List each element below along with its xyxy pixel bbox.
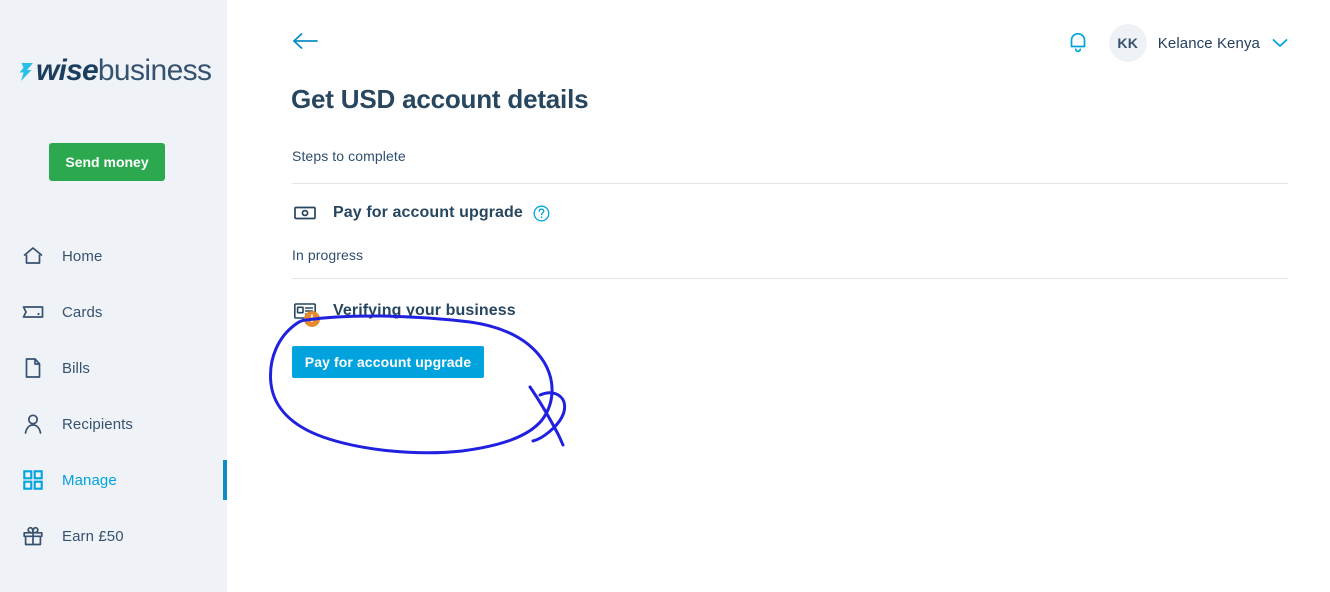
sidebar-item-home[interactable]: Home bbox=[0, 228, 227, 284]
sidebar-item-earn[interactable]: Earn £50 bbox=[0, 508, 227, 564]
chevron-down-icon[interactable] bbox=[1272, 38, 1288, 48]
back-button[interactable] bbox=[292, 28, 324, 56]
wise-arrow-icon bbox=[18, 62, 34, 82]
app-window: wise business Send money Home Cards Bill… bbox=[0, 0, 1330, 592]
id-card-icon: ! bbox=[292, 298, 320, 327]
bell-icon bbox=[1067, 30, 1089, 57]
sidebar: wise business Send money Home Cards Bill… bbox=[0, 0, 227, 592]
sidebar-item-label: Manage bbox=[62, 471, 117, 489]
step-row: Pay for account upgrade bbox=[292, 200, 550, 226]
pay-for-account-upgrade-button[interactable]: Pay for account upgrade bbox=[292, 346, 484, 378]
sidebar-item-bills[interactable]: Bills bbox=[0, 340, 227, 396]
divider-top bbox=[292, 183, 1288, 184]
main-content: KK Kelance Kenya Get USD account details… bbox=[227, 0, 1330, 592]
sidebar-item-cards[interactable]: Cards bbox=[0, 284, 227, 340]
avatar[interactable]: KK bbox=[1108, 24, 1147, 62]
divider-bottom bbox=[292, 278, 1288, 279]
step-title: Pay for account upgrade bbox=[333, 204, 523, 221]
sidebar-item-recipients[interactable]: Recipients bbox=[0, 396, 227, 452]
sidebar-item-label: Earn £50 bbox=[62, 527, 124, 545]
sidebar-item-label: Bills bbox=[62, 359, 91, 377]
brand-logo[interactable]: wise business bbox=[18, 54, 212, 90]
question-circle-icon[interactable] bbox=[533, 205, 550, 222]
brand-name-bold: wise bbox=[36, 54, 99, 87]
gift-icon bbox=[20, 523, 46, 549]
step-row: ! Verifying your business bbox=[292, 298, 516, 327]
send-money-button[interactable]: Send money bbox=[49, 143, 165, 181]
grid-icon bbox=[20, 467, 46, 493]
step-title: Verifying your business bbox=[333, 302, 516, 319]
warning-badge: ! bbox=[304, 311, 320, 327]
user-name: Kelance Kenya bbox=[1157, 34, 1260, 52]
sidebar-item-label: Home bbox=[62, 247, 103, 265]
document-icon bbox=[20, 355, 46, 381]
card-icon bbox=[20, 299, 46, 325]
brand-name-light: business bbox=[97, 54, 212, 87]
arrow-left-icon bbox=[292, 31, 320, 54]
steps-to-complete-label: Steps to complete bbox=[292, 148, 406, 164]
sidebar-item-label: Cards bbox=[62, 303, 103, 321]
person-icon bbox=[20, 411, 46, 437]
house-icon bbox=[20, 243, 46, 269]
topbar: KK Kelance Kenya bbox=[1063, 24, 1288, 62]
notifications-button[interactable] bbox=[1063, 28, 1093, 58]
page-title: Get USD account details bbox=[291, 84, 589, 114]
sidebar-nav: Home Cards Bills Recipients Manage Earn … bbox=[0, 228, 227, 564]
sidebar-item-label: Recipients bbox=[62, 415, 134, 433]
sidebar-item-manage[interactable]: Manage bbox=[0, 452, 227, 508]
banknote-icon bbox=[292, 200, 318, 226]
step-status: In progress bbox=[292, 247, 364, 263]
